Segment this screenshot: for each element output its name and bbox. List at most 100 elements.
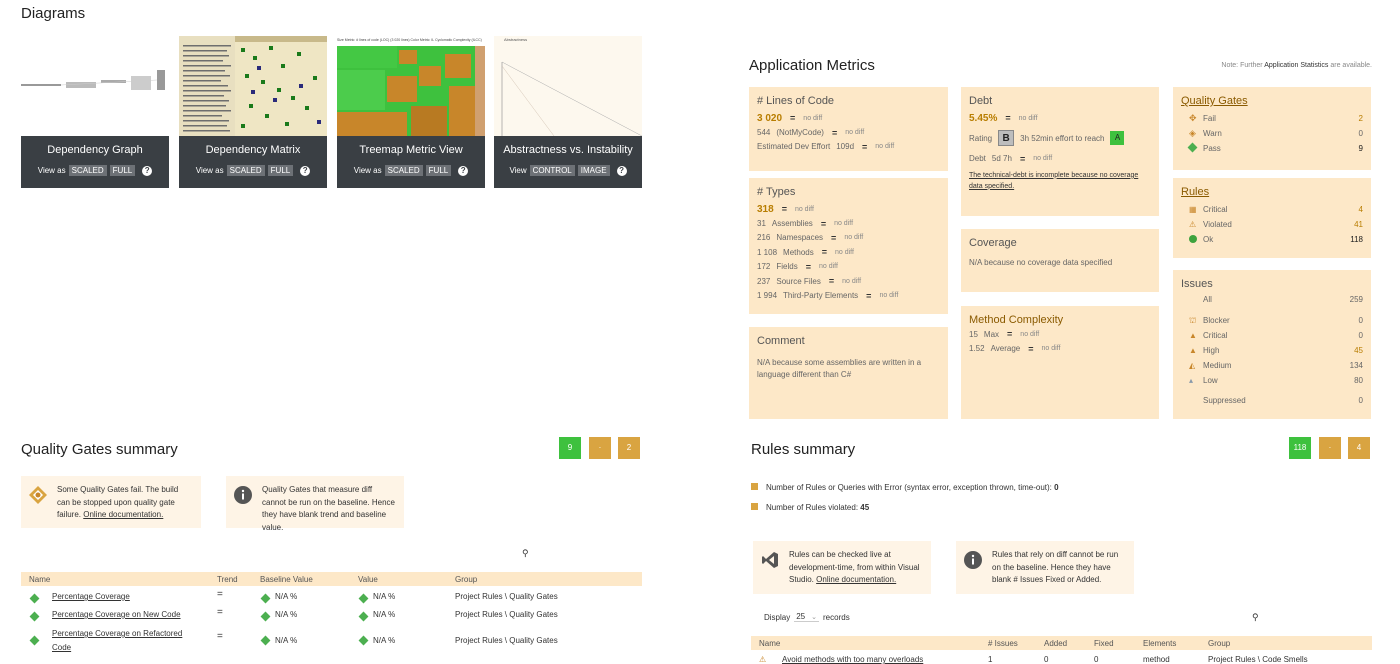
issues-medium-row[interactable]: ◭ Medium 134: [1181, 358, 1363, 373]
dependency-matrix-bar: Dependency Matrix View as SCALED FULL ?: [179, 136, 327, 188]
app-stats-link[interactable]: Application Statistics: [1264, 62, 1328, 69]
ok-icon: [1189, 234, 1203, 245]
info-icon: [964, 551, 982, 569]
issues-suppressed-row[interactable]: Suppressed 0: [1181, 393, 1363, 408]
treemap-thumbnail[interactable]: Size Metric: # lines of code (LOC) (3 02…: [337, 36, 485, 136]
rules-vs-note: Rules can be checked live at development…: [753, 541, 931, 594]
types-title: # Types: [757, 186, 796, 198]
treemap-image: [337, 46, 485, 136]
dependency-matrix-image: [179, 36, 327, 136]
gate-warn-row[interactable]: ◈ Warn 0: [1181, 126, 1363, 141]
qg-search-icon[interactable]: ⚲: [522, 548, 529, 559]
full-button[interactable]: FULL: [425, 165, 452, 176]
low-icon: ▴: [1189, 376, 1194, 385]
abstractness-card[interactable]: Abstractness Abstractness vs. Instabilit…: [494, 36, 642, 188]
rules-panel: Rules ▦ Critical 4 ⚠ Violated 41 Ok 118: [1173, 178, 1371, 258]
abstractness-label: Abstractness vs. Instability: [503, 144, 633, 156]
coverage-text: N/A because no coverage data specified: [969, 258, 1113, 267]
treemap-caption: Size Metric: # lines of code (LOC) (3 02…: [337, 38, 482, 42]
rules-ok-row[interactable]: Ok 118: [1181, 232, 1363, 247]
scaled-button[interactable]: SCALED: [68, 165, 107, 176]
rating-badge: B: [998, 130, 1015, 147]
full-button[interactable]: FULL: [109, 165, 136, 176]
table-row[interactable]: Percentage Coverage on Refactored Code =…: [21, 626, 642, 654]
control-button[interactable]: CONTROL: [529, 165, 575, 176]
pass-icon: [1187, 142, 1203, 153]
qg-fail-note: Some Quality Gates fail. The build can b…: [21, 476, 201, 528]
abstractness-thumbnail[interactable]: Abstractness: [494, 36, 642, 136]
dependency-graph-card[interactable]: Dependency Graph View as SCALED FULL ?: [21, 36, 169, 188]
rules-warn-filter-button[interactable]: ·: [1319, 437, 1341, 459]
gate-fail-row[interactable]: ✥ Fail 2: [1181, 111, 1363, 126]
warning-icon: ⚠: [1189, 220, 1197, 229]
dependency-graph-thumbnail[interactable]: [21, 36, 169, 136]
help-icon[interactable]: ?: [300, 165, 311, 176]
full-button[interactable]: FULL: [267, 165, 294, 176]
table-row[interactable]: Percentage Coverage = N/A % N/A % Projec…: [21, 589, 642, 607]
issues-blocker-row[interactable]: ⛫ Blocker 0: [1181, 313, 1363, 328]
gate-fail-icon: [29, 486, 47, 504]
quality-gates-panel: Quality Gates ✥ Fail 2 ◈ Warn 0 Pass 9: [1173, 87, 1371, 170]
blocker-icon: ⛫: [1189, 315, 1197, 325]
types-value: 318: [757, 203, 774, 215]
rules-error-line: Number of Rules or Queries with Error (s…: [751, 483, 1059, 492]
online-documentation-link[interactable]: Online documentation.: [83, 510, 163, 519]
diagrams-title: Diagrams: [21, 5, 86, 22]
dependency-matrix-card[interactable]: Dependency Matrix View as SCALED FULL ?: [179, 36, 327, 188]
loc-value: 3 020: [757, 112, 783, 124]
debt-value: 5.45%: [969, 112, 998, 124]
table-row[interactable]: ⚠ Avoid methods with too many overloads …: [751, 652, 1372, 664]
app-stats-note: Note: Further Application Statistics are…: [1221, 62, 1372, 69]
rules-ok-filter-button[interactable]: 118: [1289, 437, 1311, 459]
view-as-label: View as: [37, 166, 66, 175]
coverage-title: Coverage: [969, 237, 1017, 249]
rules-critical-row[interactable]: ▦ Critical 4: [1181, 202, 1363, 217]
image-button[interactable]: IMAGE: [577, 165, 610, 176]
rules-online-documentation-link[interactable]: Online documentation.: [816, 575, 896, 584]
rules-diff-note: Rules that rely on diff cannot be run on…: [956, 541, 1134, 594]
rules-search-icon[interactable]: ⚲: [1252, 612, 1259, 623]
comment-title: Comment: [757, 335, 805, 347]
gate-pass-row[interactable]: Pass 9: [1181, 141, 1363, 156]
rules-violated-row[interactable]: ⚠ Violated 41: [1181, 217, 1363, 232]
chevron-down-icon: ⌄: [811, 613, 818, 621]
treemap-bar: Treemap Metric View View as SCALED FULL …: [337, 136, 485, 188]
rules-link[interactable]: Rules: [1181, 186, 1363, 198]
loc-title: # Lines of Code: [757, 95, 835, 107]
warn-icon: ◈: [1189, 128, 1196, 138]
dependency-matrix-thumbnail[interactable]: [179, 36, 327, 136]
coverage-panel: Coverage N/A because no coverage data sp…: [961, 229, 1159, 292]
qg-fail-filter-button[interactable]: 2: [618, 437, 640, 459]
qg-pass-filter-button[interactable]: 9: [559, 437, 581, 459]
treemap-card[interactable]: Size Metric: # lines of code (LOC) (3 02…: [337, 36, 485, 188]
issues-critical-row[interactable]: ▲ Critical 0: [1181, 328, 1363, 343]
table-row[interactable]: Percentage Coverage on New Code = N/A % …: [21, 607, 642, 625]
scaled-button[interactable]: SCALED: [226, 165, 265, 176]
records-select[interactable]: 25 ⌄: [794, 612, 820, 622]
help-icon[interactable]: ?: [616, 165, 627, 176]
issues-high-row[interactable]: ▲ High 45: [1181, 343, 1363, 358]
rules-table-header: Name # Issues Added Fixed Elements Group: [751, 636, 1372, 650]
medium-icon: ◭: [1189, 361, 1196, 370]
view-as-label: View as: [195, 166, 224, 175]
view-label: View: [509, 166, 527, 175]
help-icon[interactable]: ?: [458, 165, 469, 176]
qg-warn-filter-button[interactable]: ·: [589, 437, 611, 459]
rules-critical-filter-button[interactable]: 4: [1348, 437, 1370, 459]
display-records-control: Display 25 ⌄ records: [764, 612, 850, 622]
dependency-graph-image: [21, 70, 165, 90]
types-panel: # Types 318 = no diff 31 Assemblies = no diff…: [749, 178, 948, 314]
debt-incomplete-link[interactable]: The technical-debt is incomplete because…: [969, 170, 1139, 192]
abstractness-bar: Abstractness vs. Instability View CONTRO…: [494, 136, 642, 188]
issues-low-row[interactable]: ▴ Low 80: [1181, 373, 1363, 388]
visual-studio-icon: [762, 552, 778, 568]
dependency-matrix-label: Dependency Matrix: [205, 144, 301, 156]
quality-gates-link[interactable]: Quality Gates: [1181, 95, 1363, 107]
issues-all-row[interactable]: All 259: [1181, 292, 1363, 307]
help-icon[interactable]: ?: [142, 165, 153, 176]
abstractness-image: [501, 61, 642, 136]
complexity-panel: Method Complexity 15 Max = no diff 1.52 Aver…: [961, 306, 1159, 419]
rules-summary-title: Rules summary: [751, 441, 856, 458]
issues-title: Issues: [1181, 278, 1213, 290]
scaled-button[interactable]: SCALED: [384, 165, 423, 176]
